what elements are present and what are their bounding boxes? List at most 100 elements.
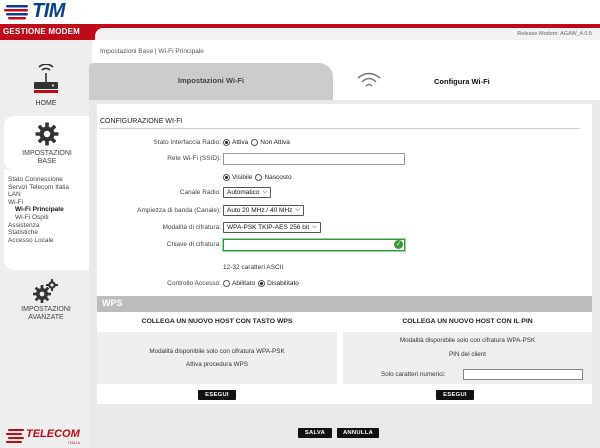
- wps-button-title: COLLEGA UN NUOVO HOST CON TASTO WPS: [141, 318, 293, 325]
- sidebar-advanced-label-line2: AVANZATE: [28, 314, 64, 321]
- sidebar-impostazioni-avanzate[interactable]: IMPOSTAZIONI AVANZATE: [6, 278, 86, 326]
- sidebar-item-servizi-telecom[interactable]: Servizi Telecom Italia: [8, 184, 92, 192]
- row-visibilita: Visibile Nascosto: [97, 172, 592, 183]
- wps-title: WPS: [102, 298, 123, 308]
- chevron-down-icon: ⌵: [262, 189, 268, 195]
- sidebar-item-wifi-ospiti[interactable]: Wi-Fi Ospiti: [8, 214, 92, 222]
- tim-stripes-icon: [4, 4, 28, 19]
- tab-impostazioni-wifi[interactable]: Impostazioni Wi-Fi: [89, 63, 333, 100]
- row-banda: Ampiezza di banda (Canale): Auto 20 MHz …: [97, 205, 592, 216]
- sidebar-item-accesso-locale[interactable]: Accesso Locale: [8, 237, 92, 245]
- wps-pin-box: Modalità disponibile solo con cifratura …: [343, 332, 592, 384]
- nascosto-radio[interactable]: [255, 174, 263, 181]
- stato-attiva-label: Attiva: [232, 139, 249, 146]
- canale-select-value: Automatico: [227, 189, 260, 196]
- ssid-wrap: [223, 152, 405, 165]
- tab-configura-wifi-label: Configura Wi-Fi: [434, 77, 490, 86]
- tim-logo[interactable]: TIM: [4, 0, 76, 22]
- visibile-radio[interactable]: [223, 174, 230, 181]
- accesso-label: Controllo Accesso:: [167, 280, 221, 287]
- row-ssid: Rete Wi-Fi (SSID):: [97, 152, 592, 165]
- canale-wrap: Automatico ⌵: [223, 187, 272, 198]
- banda-select[interactable]: Auto 20 MHz / 40 MHz ⌵: [223, 205, 304, 216]
- sidebar-base-label: IMPOSTAZIONI BASE: [4, 150, 90, 166]
- sidebar-home[interactable]: HOME: [6, 64, 86, 112]
- content-panel: CONFIGURAZIONE WI-FI Stato Interfaccia R…: [89, 100, 600, 448]
- stato-attiva-radio[interactable]: [223, 139, 230, 146]
- wps-button-action: Attiva procedura WPS: [186, 361, 248, 368]
- row-chiave: Chiave di cifratura: ✓: [97, 238, 592, 251]
- ssid-label: Rete Wi-Fi (SSID):: [167, 155, 221, 162]
- config-divider: [100, 128, 580, 129]
- disabilitato-radio[interactable]: [258, 280, 266, 287]
- section-title: GESTIONE MODEM: [3, 27, 81, 36]
- tab-configura-wifi[interactable]: Configura Wi-Fi: [336, 63, 600, 100]
- row-stato-interfaccia: Stato Interfaccia Radio: Attiva Non Atti…: [97, 137, 592, 148]
- cifratura-select[interactable]: WPA-PSK TKIP-AES 256 bit ⌵: [223, 222, 321, 233]
- sidebar-impostazioni-base[interactable]: IMPOSTAZIONI BASE: [4, 116, 90, 170]
- wps-section-header: WPS: [97, 296, 592, 312]
- sidebar-home-label: HOME: [35, 100, 57, 107]
- release-info: Release Modem: AGAW_4.0.5: [95, 28, 600, 40]
- chiave-hint: 12-32 caratteri ASCII: [223, 264, 284, 271]
- gear-icon: [35, 122, 59, 146]
- row-controllo-accesso: Controllo Accesso: Abilitato Disabilitat…: [97, 278, 592, 289]
- accesso-radio-group: Abilitato Disabilitato: [223, 278, 302, 289]
- ssid-input[interactable]: [223, 152, 405, 165]
- banda-label: Ampiezza di banda (Canale):: [137, 207, 221, 214]
- sidebar-item-statistiche[interactable]: Statistiche: [8, 229, 92, 237]
- breadcrumb: Impostazioni Base | Wi-Fi Principale: [100, 48, 204, 55]
- wps-button-note: Modalità disponibile solo con cifratura …: [149, 348, 285, 355]
- stato-radio-group: Attiva Non Attiva: [223, 137, 293, 148]
- stato-non-attiva-radio[interactable]: [251, 139, 259, 146]
- valid-check-icon: ✓: [394, 239, 403, 249]
- wps-pin-note: Modalità disponibile solo con cifratura …: [399, 337, 536, 344]
- wps-pin-client-label: PIN del client: [448, 351, 487, 358]
- disabilitato-label: Disabilitato: [267, 280, 299, 287]
- save-button[interactable]: SALVA: [298, 428, 332, 438]
- cifratura-label: Modalità di cifratura:: [162, 224, 221, 231]
- wps-button-box: Modalità disponibile solo con cifratura …: [97, 332, 337, 384]
- chevron-down-icon: ⌵: [312, 224, 317, 230]
- sidebar-base-label-line1: IMPOSTAZIONI: [22, 150, 72, 157]
- chiave-label: Chiave di cifratura:: [166, 241, 221, 248]
- chiave-input[interactable]: ✓: [223, 238, 405, 251]
- sidebar-item-stato-connessione[interactable]: Stato Connessione: [8, 176, 92, 184]
- modem-icon: [34, 64, 58, 93]
- wps-pin-input[interactable]: [463, 369, 583, 380]
- banda-select-value: Auto 20 MHz / 40 MHz: [227, 207, 293, 214]
- modem-admin-page: TIM GESTIONE MODEM Release Modem: AGAW_4…: [0, 0, 600, 448]
- chiave-wrap: ✓: [223, 238, 405, 251]
- telecom-italia-logo: TELECOM ITALIA: [4, 426, 90, 446]
- tim-logo-text: TIM: [32, 0, 65, 22]
- cancel-button[interactable]: ANNULLA: [337, 428, 379, 438]
- config-section-title: CONFIGURAZIONE WI-FI: [100, 118, 183, 125]
- row-cifratura: Modalità di cifratura: WPA-PSK TKIP-AES …: [97, 222, 592, 233]
- telecom-logo-text: TELECOM: [26, 428, 80, 440]
- canale-label: Canale Radio:: [179, 189, 221, 196]
- abilitato-label: Abilitato: [232, 280, 256, 287]
- telecom-stripes-icon: [6, 429, 24, 443]
- visibilita-radio-group: Visibile Nascosto: [223, 172, 295, 183]
- row-canale: Canale Radio: Automatico ⌵: [97, 187, 592, 198]
- telecom-logo-sub: ITALIA: [68, 441, 81, 445]
- abilitato-radio[interactable]: [223, 280, 230, 287]
- chevron-down-icon: ⌵: [295, 207, 300, 213]
- pin-esegui-button[interactable]: ESEGUI: [436, 390, 474, 400]
- tab-impostazioni-wifi-label: Impostazioni Wi-Fi: [177, 76, 245, 85]
- wps-esegui-button[interactable]: ESEGUI: [198, 390, 236, 400]
- banda-wrap: Auto 20 MHz / 40 MHz ⌵: [223, 205, 304, 216]
- gears-icon: [33, 279, 58, 303]
- sidebar-item-wifi-principale[interactable]: Wi-Fi Principale: [8, 206, 92, 214]
- sidebar-advanced-label-line1: IMPOSTAZIONI: [21, 306, 71, 313]
- stato-non-attiva-label: Non Attiva: [260, 139, 290, 146]
- sidebar-item-lan[interactable]: LAN: [8, 191, 92, 199]
- sidebar-advanced-label: IMPOSTAZIONI AVANZATE: [6, 306, 86, 322]
- wps-pin-numeric-label: Solo caratteri numerici:: [381, 371, 446, 378]
- sidebar: HOME IMPOSTAZIONI BASE Stato Connessione…: [0, 40, 92, 448]
- canale-select[interactable]: Automatico ⌵: [223, 187, 272, 198]
- cifratura-wrap: WPA-PSK TKIP-AES 256 bit ⌵: [223, 222, 321, 233]
- top-header: TIM: [0, 0, 600, 24]
- sidebar-item-assistenza[interactable]: Assistenza: [8, 222, 92, 230]
- sidebar-item-wifi[interactable]: Wi-Fi: [8, 199, 92, 207]
